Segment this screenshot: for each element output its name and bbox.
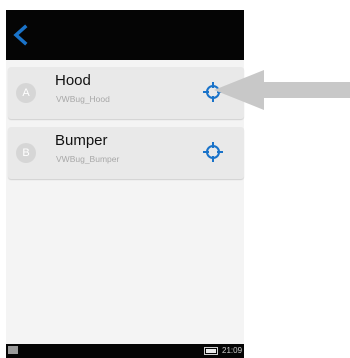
item-title: Hood: [55, 72, 91, 89]
list-item-bumper[interactable]: B Bumper VWBug_Bumper: [8, 127, 244, 179]
top-app-bar: [6, 10, 244, 60]
annotation-arrow-icon: [214, 70, 350, 110]
item-subtitle: VWBug_Bumper: [56, 154, 120, 164]
status-time: 21:09: [222, 346, 243, 355]
notification-icon: [8, 346, 18, 354]
avatar: A: [16, 83, 36, 103]
avatar: B: [16, 143, 36, 163]
battery-icon: [204, 347, 218, 355]
status-bar: 21:09: [6, 344, 244, 358]
phone-screen: A Hood VWBug_Hood B Bumper VWBug_Bumper: [6, 10, 244, 358]
back-chevron-icon[interactable]: [10, 24, 32, 46]
crosshair-target-icon[interactable]: [202, 141, 224, 163]
item-subtitle: VWBug_Hood: [56, 94, 110, 104]
list-item-hood[interactable]: A Hood VWBug_Hood: [8, 67, 244, 119]
item-title: Bumper: [55, 132, 108, 149]
